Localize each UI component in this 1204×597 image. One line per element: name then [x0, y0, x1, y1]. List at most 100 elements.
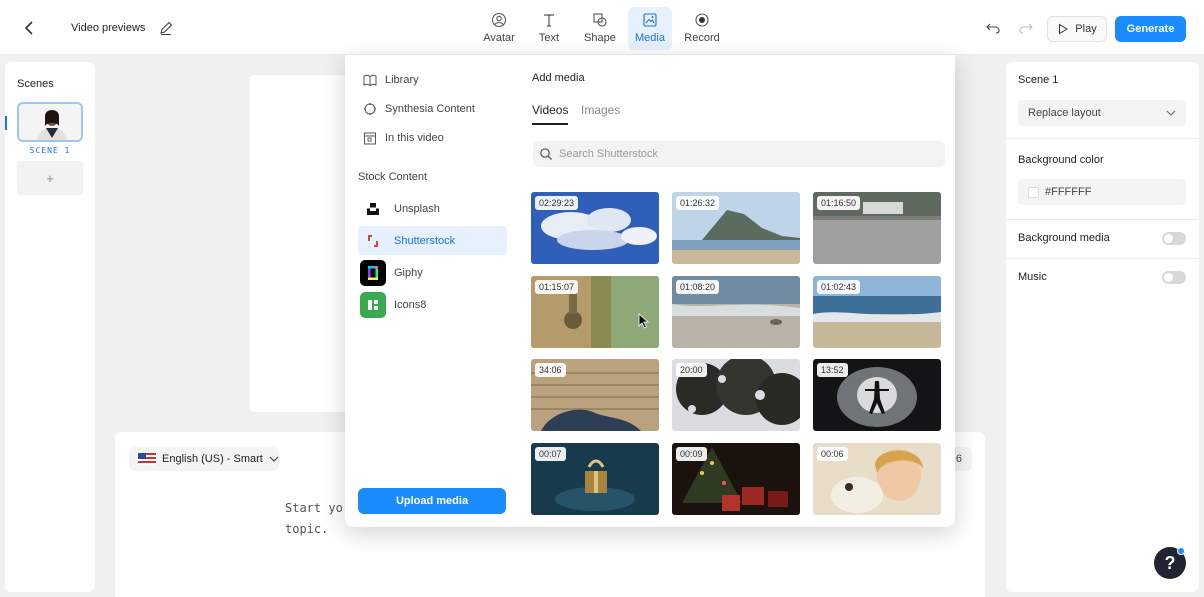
- tool-shape[interactable]: Shape: [580, 7, 620, 50]
- record-icon: [695, 13, 709, 27]
- document-title[interactable]: Video previews: [71, 22, 145, 34]
- active-tab-underline: [532, 123, 568, 125]
- video-thumbnail[interactable]: 00:09: [672, 443, 800, 515]
- video-thumbnail[interactable]: 20:00: [672, 359, 800, 431]
- search-icon: [540, 148, 552, 160]
- video-thumbnail[interactable]: 02:29:23: [531, 192, 659, 264]
- scene-properties-panel: Scene 1 Replace layout Background color …: [1006, 62, 1199, 592]
- play-button[interactable]: Play: [1047, 16, 1107, 42]
- selected-scene-marker: [5, 116, 7, 130]
- notification-dot: [1177, 547, 1185, 555]
- color-swatch: [1028, 186, 1039, 198]
- icons8-icon: [360, 291, 386, 318]
- script-text[interactable]: Start yo topic.: [285, 498, 345, 540]
- source-label: Icons8: [394, 298, 427, 311]
- video-thumbnail[interactable]: 34:06: [531, 359, 659, 431]
- back-button[interactable]: [20, 18, 40, 38]
- nav-in-this-video[interactable]: In this video: [359, 127, 507, 149]
- nav-library[interactable]: Library: [359, 69, 507, 91]
- video-thumbnail[interactable]: 01:02:43: [813, 276, 941, 348]
- divider: [1006, 138, 1199, 139]
- background-color-value: #FFFFFF: [1045, 186, 1092, 198]
- giphy-icon: [360, 259, 386, 286]
- language-select[interactable]: English (US) - Smart: [129, 447, 279, 471]
- video-duration: 20:00: [676, 363, 707, 377]
- video-duration: 34:06: [535, 363, 566, 377]
- avatar-presenter-image: [19, 104, 81, 140]
- video-duration: 00:06: [817, 447, 848, 461]
- tool-label: Record: [684, 32, 720, 44]
- media-icon: [643, 13, 657, 27]
- text-icon: [544, 14, 554, 27]
- play-label: Play: [1075, 23, 1097, 35]
- divider: [1006, 258, 1199, 259]
- tool-label: Avatar: [483, 32, 515, 44]
- media-popup: Library Synthesia Content In this video …: [345, 55, 955, 527]
- redo-icon[interactable]: [1018, 20, 1034, 36]
- video-grid: 02:29:23 01:26:32 01:16:50 01:15:07 01:0…: [531, 192, 943, 527]
- script-line: topic.: [285, 522, 329, 536]
- video-thumbnail[interactable]: 00:06: [813, 443, 941, 515]
- calendar-icon: [364, 132, 376, 145]
- source-label: Giphy: [394, 266, 423, 279]
- nav-library-label: Library: [385, 74, 419, 86]
- video-duration: 13:52: [817, 363, 848, 377]
- background-media-toggle[interactable]: [1162, 232, 1186, 245]
- stock-content-heading: Stock Content: [358, 171, 428, 183]
- background-color-label: Background color: [1018, 154, 1104, 166]
- language-label: English (US) - Smart: [162, 453, 263, 465]
- media-source-nav: Library Synthesia Content In this video …: [345, 55, 517, 527]
- video-duration: 01:08:20: [676, 280, 720, 294]
- source-shutterstock[interactable]: Shutterstock: [358, 226, 507, 255]
- video-duration: 01:15:07: [535, 280, 579, 294]
- video-thumbnail[interactable]: 01:26:32: [672, 192, 800, 264]
- source-icons8[interactable]: Icons8: [358, 290, 507, 319]
- unsplash-icon: [360, 195, 386, 222]
- music-toggle[interactable]: [1162, 271, 1186, 284]
- tool-media[interactable]: Media: [628, 7, 672, 50]
- nav-synthesia-content[interactable]: Synthesia Content: [359, 98, 507, 120]
- background-color-field[interactable]: #FFFFFF: [1018, 179, 1186, 205]
- scene-title: Scene 1: [1018, 74, 1059, 86]
- video-canvas[interactable]: [250, 75, 360, 412]
- script-line: Start yo: [285, 501, 343, 515]
- pencil-icon[interactable]: [158, 20, 174, 36]
- divider: [1006, 219, 1199, 220]
- video-duration: 00:09: [676, 447, 707, 461]
- background-media-label: Background media: [1018, 232, 1110, 244]
- nav-in-this-video-label: In this video: [385, 132, 444, 144]
- source-giphy[interactable]: Giphy: [358, 258, 507, 287]
- video-thumbnail[interactable]: 13:52: [813, 359, 941, 431]
- video-thumbnail[interactable]: 00:07: [531, 443, 659, 515]
- undo-icon[interactable]: [985, 20, 1001, 36]
- source-label: Unsplash: [394, 202, 440, 215]
- source-unsplash[interactable]: Unsplash: [358, 194, 507, 223]
- video-thumbnail[interactable]: 01:16:50: [813, 192, 941, 264]
- tab-images[interactable]: Images: [581, 103, 620, 117]
- mouse-cursor-icon: [638, 313, 650, 329]
- video-duration: 01:16:50: [817, 196, 861, 210]
- video-thumbnail[interactable]: 01:08:20: [672, 276, 800, 348]
- upload-media-button[interactable]: Upload media: [358, 488, 506, 514]
- synthesia-icon: [364, 103, 376, 115]
- search-field[interactable]: [533, 141, 945, 167]
- chevron-down-icon: [269, 456, 279, 462]
- tool-text[interactable]: Text: [533, 7, 565, 50]
- generate-button[interactable]: Generate: [1115, 16, 1186, 42]
- book-icon: [363, 74, 377, 87]
- tool-label: Media: [635, 32, 665, 44]
- tab-videos[interactable]: Videos: [532, 103, 568, 117]
- add-scene-button[interactable]: +: [17, 161, 83, 195]
- replace-layout-label: Replace layout: [1028, 107, 1101, 119]
- tool-record[interactable]: Record: [681, 7, 723, 50]
- video-duration: 02:29:23: [535, 196, 579, 210]
- replace-layout-dropdown[interactable]: Replace layout: [1018, 100, 1186, 126]
- scenes-panel: Scenes SCENE 1 +: [5, 62, 95, 592]
- video-thumbnail[interactable]: 01:15:07: [531, 276, 659, 348]
- play-icon: [1059, 23, 1069, 35]
- chevron-down-icon: [1166, 110, 1176, 116]
- tool-avatar[interactable]: Avatar: [478, 7, 520, 50]
- tool-label: Shape: [584, 32, 616, 44]
- scene-thumbnail[interactable]: [17, 102, 83, 142]
- search-input[interactable]: [559, 148, 919, 160]
